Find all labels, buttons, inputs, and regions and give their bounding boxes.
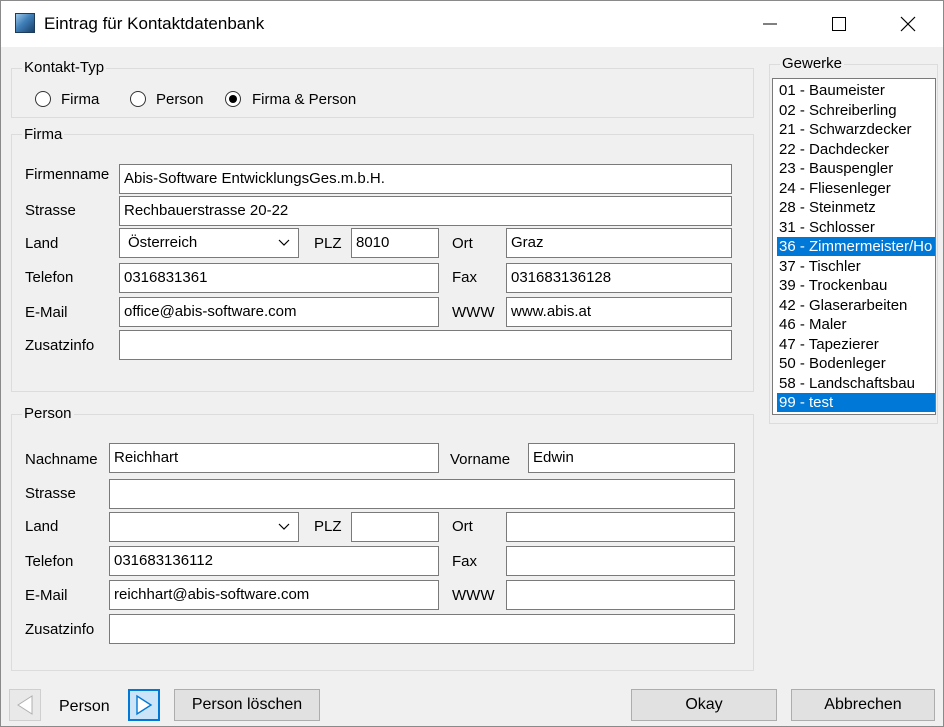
firma-email-input[interactable]: office@abis-software.com	[119, 297, 439, 327]
maximize-icon	[832, 17, 846, 31]
person-vorname-label: Vorname	[450, 451, 511, 468]
minimize-icon	[763, 23, 777, 25]
gewerke-item[interactable]: 22 - Dachdecker	[777, 140, 935, 159]
person-ort-input[interactable]	[506, 512, 735, 542]
title-bar: Eintrag für Kontaktdatenbank	[1, 1, 943, 47]
firma-fax-label: Fax	[452, 269, 478, 286]
person-ort-label: Ort	[452, 518, 473, 535]
person-fax-input[interactable]	[506, 546, 735, 576]
radio-firma[interactable]	[34, 90, 52, 108]
firma-fax-input[interactable]: 031683136128	[506, 263, 732, 293]
firma-ort-input[interactable]: Graz	[506, 228, 732, 258]
firma-zusatzinfo-input[interactable]	[119, 330, 732, 360]
firma-ort-label: Ort	[452, 235, 473, 252]
close-button[interactable]	[885, 1, 931, 47]
firma-www-input[interactable]: www.abis.at	[506, 297, 732, 327]
firma-name-label: Firmenname	[25, 166, 110, 183]
kontakt-typ-group	[11, 68, 754, 118]
gewerke-item[interactable]: 31 - Schlosser	[777, 218, 935, 237]
gewerke-item[interactable]: 50 - Bodenleger	[777, 354, 935, 373]
person-email-label: E-Mail	[25, 587, 68, 604]
firma-land-combo[interactable]: Österreich	[119, 228, 299, 258]
radio-firma-person[interactable]	[224, 90, 242, 108]
person-www-label: WWW	[452, 587, 495, 604]
chevron-down-icon	[278, 523, 290, 530]
firma-www-label: WWW	[452, 304, 495, 321]
gewerke-item-selected[interactable]: 99 - test	[777, 393, 935, 412]
triangle-left-icon	[17, 695, 33, 715]
gewerke-item[interactable]: 01 - Baumeister	[777, 81, 935, 100]
person-vorname-input[interactable]: Edwin	[528, 443, 735, 473]
person-telefon-input[interactable]: 031683136112	[109, 546, 439, 576]
person-zusatzinfo-label: Zusatzinfo	[25, 621, 95, 638]
gewerke-item[interactable]: 42 - Glaserarbeiten	[777, 296, 935, 315]
gewerke-item[interactable]: 21 - Schwarzdecker	[777, 120, 935, 139]
gewerke-listbox[interactable]: 01 - Baumeister 02 - Schreiberling 21 - …	[772, 78, 936, 415]
firma-legend: Firma	[22, 126, 65, 144]
firma-telefon-label: Telefon	[25, 269, 74, 286]
gewerke-item[interactable]: 46 - Maler	[777, 315, 935, 334]
person-nav-label: Person	[59, 698, 110, 715]
app-icon	[15, 13, 35, 33]
firma-telefon-input[interactable]: 0316831361	[119, 263, 439, 293]
firma-plz-label: PLZ	[314, 235, 342, 252]
gewerke-item[interactable]: 58 - Landschaftsbau	[777, 374, 935, 393]
gewerke-item[interactable]: 02 - Schreiberling	[777, 101, 935, 120]
radio-firma-person-label[interactable]: Firma & Person	[252, 91, 356, 109]
gewerke-item[interactable]: 23 - Bauspengler	[777, 159, 935, 178]
person-zusatzinfo-input[interactable]	[109, 614, 735, 644]
minimize-button[interactable]	[747, 1, 793, 47]
kontakt-typ-legend: Kontakt-Typ	[22, 59, 107, 77]
radio-person-label[interactable]: Person	[156, 91, 204, 109]
firma-strasse-input[interactable]: Rechbauerstrasse 20-22	[119, 196, 732, 226]
person-nachname-input[interactable]: Reichhart	[109, 443, 439, 473]
person-nachname-label: Nachname	[25, 451, 98, 468]
radio-firma-label[interactable]: Firma	[61, 91, 99, 109]
previous-person-button[interactable]	[9, 689, 41, 721]
firma-plz-input[interactable]: 8010	[351, 228, 439, 258]
firma-name-input[interactable]: Abis-Software EntwicklungsGes.m.b.H.	[119, 164, 732, 194]
firma-email-label: E-Mail	[25, 304, 68, 321]
person-telefon-label: Telefon	[25, 553, 74, 570]
firma-land-label: Land	[25, 235, 59, 252]
person-www-input[interactable]	[506, 580, 735, 610]
radio-person[interactable]	[129, 90, 147, 108]
person-email-input[interactable]: reichhart@abis-software.com	[109, 580, 439, 610]
triangle-right-icon	[136, 694, 153, 716]
next-person-button[interactable]	[128, 689, 160, 721]
person-land-label: Land	[25, 518, 59, 535]
gewerke-item[interactable]: 47 - Tapezierer	[777, 335, 935, 354]
gewerke-item[interactable]: 28 - Steinmetz	[777, 198, 935, 217]
close-icon	[900, 16, 916, 32]
gewerke-item-selected[interactable]: 36 - Zimmermeister/Ho	[777, 237, 935, 256]
firma-land-value: Österreich	[128, 234, 198, 251]
okay-button[interactable]: Okay	[631, 689, 777, 721]
chevron-down-icon	[278, 239, 290, 246]
window-title: Eintrag für Kontaktdatenbank	[44, 14, 265, 33]
person-plz-input[interactable]	[351, 512, 439, 542]
person-strasse-label: Strasse	[25, 485, 76, 502]
delete-person-button[interactable]: Person löschen	[174, 689, 320, 721]
cancel-button[interactable]: Abbrechen	[791, 689, 935, 721]
person-legend: Person	[22, 405, 74, 423]
gewerke-item[interactable]: 37 - Tischler	[777, 257, 935, 276]
dialog-window: Eintrag für Kontaktdatenbank Kontakt-Typ…	[0, 0, 944, 727]
maximize-button[interactable]	[816, 1, 862, 47]
firma-zusatzinfo-label: Zusatzinfo	[25, 337, 95, 354]
firma-strasse-label: Strasse	[25, 202, 76, 219]
person-land-combo[interactable]	[109, 512, 299, 542]
person-fax-label: Fax	[452, 553, 478, 570]
person-plz-label: PLZ	[314, 518, 342, 535]
gewerke-item[interactable]: 39 - Trockenbau	[777, 276, 935, 295]
gewerke-legend: Gewerke	[780, 55, 845, 73]
person-strasse-input[interactable]	[109, 479, 735, 509]
gewerke-item[interactable]: 24 - Fliesenleger	[777, 179, 935, 198]
